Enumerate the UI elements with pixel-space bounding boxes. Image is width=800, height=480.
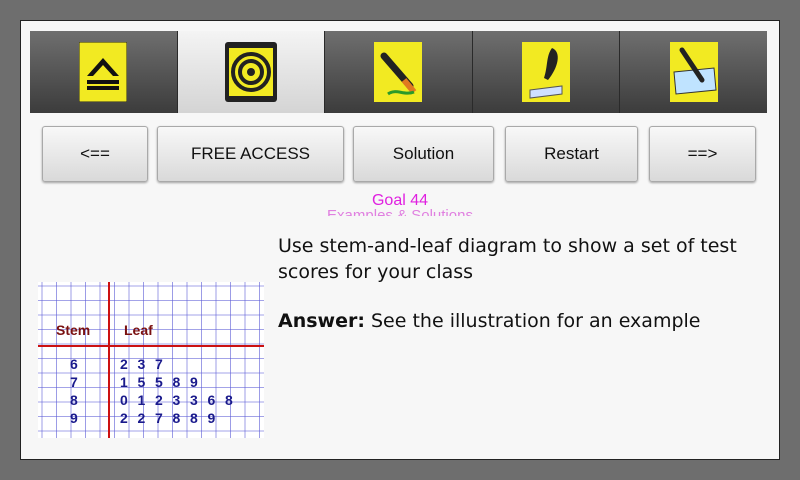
action-button-row: <== FREE ACCESS Solution Restart ==> (42, 126, 758, 182)
stem-value: 6 (70, 356, 78, 372)
leaf-header: Leaf (124, 322, 153, 338)
leaf-value: 3 (190, 392, 198, 408)
tab-bar (30, 31, 767, 113)
prev-button[interactable]: <== (42, 126, 148, 182)
leaf-value: 7 (155, 356, 163, 372)
leaf-value: 2 (138, 410, 146, 426)
leaf-value: 3 (138, 356, 146, 372)
leaf-value: 8 (190, 410, 198, 426)
leaf-value: 3 (173, 392, 181, 408)
leaf-value: 5 (138, 374, 146, 390)
answer-line: Answer: See the illustration for an exam… (278, 310, 758, 332)
pen-paper-icon (668, 42, 720, 102)
leaf-value: 8 (173, 410, 181, 426)
answer-text: See the illustration for an example (364, 310, 701, 332)
leaf-value: 9 (190, 374, 198, 390)
leaf-value: 2 (155, 392, 163, 408)
solution-button[interactable]: Solution (353, 126, 494, 182)
leaf-value: 1 (120, 374, 128, 390)
stem-header: Stem (56, 322, 90, 338)
app-screen: <== FREE ACCESS Solution Restart ==> Goa… (20, 20, 780, 460)
leaf-value: 0 (120, 392, 128, 408)
tab-pencil[interactable] (325, 31, 473, 113)
home-icon (77, 42, 129, 102)
quill-icon (520, 42, 572, 102)
tab-home[interactable] (30, 31, 178, 113)
leaf-value: 8 (173, 374, 181, 390)
leaf-value: 9 (208, 410, 216, 426)
next-button[interactable]: ==> (649, 126, 756, 182)
tab-quill[interactable] (472, 31, 621, 113)
stem-value: 7 (70, 374, 78, 390)
question-text: Use stem-and-leaf diagram to show a set … (278, 235, 737, 283)
leaf-value: 6 (208, 392, 216, 408)
tab-pen-paper[interactable] (620, 31, 767, 113)
stem-leaf-illustration: Stem Leaf 6 2 3 7 7 1 5 5 8 9 8 0 1 2 3 3 6 8 9 2 2 7 8 8 9 (38, 282, 264, 442)
leaf-value: 2 (120, 410, 128, 426)
ghost-heading: Examples & Solutions (327, 207, 473, 216)
leaf-value: 5 (155, 374, 163, 390)
leaf-value: 2 (120, 356, 128, 372)
leaf-value: 7 (155, 410, 163, 426)
leaf-value: 8 (225, 392, 233, 408)
restart-button[interactable]: Restart (505, 126, 638, 182)
pencil-icon (372, 42, 424, 102)
answer-label: Answer: (278, 310, 365, 332)
target-icon (224, 42, 277, 102)
tab-target[interactable] (177, 31, 326, 113)
stem-value: 8 (70, 392, 78, 408)
free-access-button[interactable]: FREE ACCESS (157, 126, 344, 182)
stem-value: 9 (70, 410, 78, 426)
leaf-value: 1 (138, 392, 146, 408)
